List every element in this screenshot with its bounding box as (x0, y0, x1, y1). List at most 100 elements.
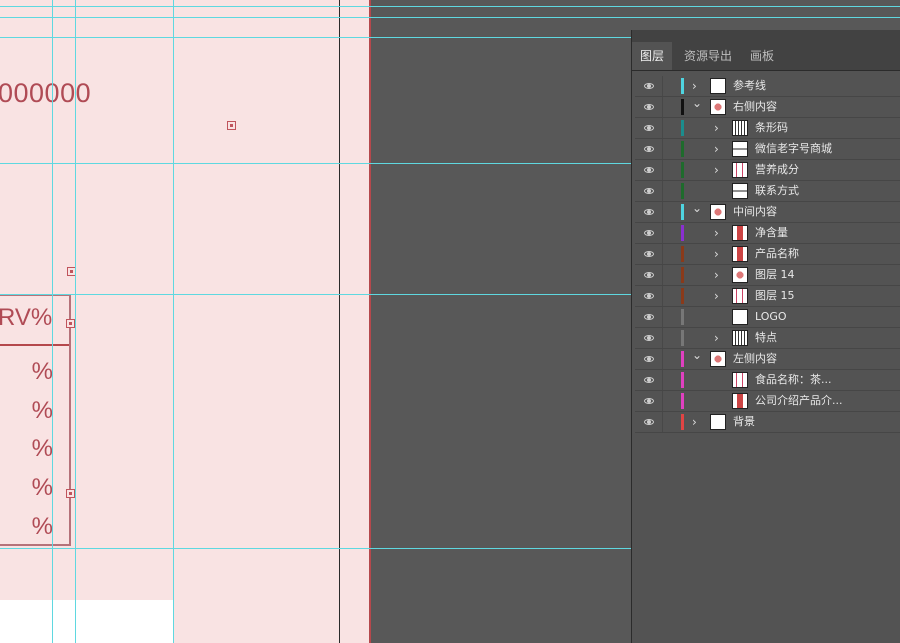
layer-name-label[interactable]: 微信老字号商城 (755, 139, 832, 159)
eye-visibility-icon[interactable] (644, 314, 654, 320)
layer-thumbnail (732, 288, 748, 304)
tab-asset-export[interactable]: 资源导出 (676, 42, 740, 70)
layer-thumbnail (710, 78, 726, 94)
chevron-right-icon[interactable]: › (714, 245, 719, 263)
eye-visibility-icon[interactable] (644, 125, 654, 131)
layer-row[interactable]: 食品名称：茶... (635, 370, 900, 391)
layer-name-label[interactable]: 联系方式 (755, 181, 799, 201)
tab-artboards[interactable]: 画板 (742, 42, 782, 70)
row-separator (662, 139, 663, 159)
layer-row[interactable]: 公司介绍产品介... (635, 391, 900, 412)
chevron-right-icon[interactable]: › (714, 287, 719, 305)
layer-row[interactable]: › 条形码 (635, 118, 900, 139)
layer-row[interactable]: › 背景 (635, 412, 900, 433)
row-separator (662, 202, 663, 222)
chevron-right-icon[interactable]: › (692, 413, 697, 431)
chevron-right-icon[interactable]: › (692, 77, 697, 95)
layer-name-label[interactable]: 参考线 (733, 76, 766, 96)
layer-color-tag (681, 246, 684, 262)
layer-row[interactable]: › 净含量 (635, 223, 900, 244)
layer-name-label[interactable]: 净含量 (755, 223, 788, 243)
layer-thumbnail (732, 183, 748, 199)
eye-visibility-icon[interactable] (644, 83, 654, 89)
guide-vertical[interactable] (173, 0, 174, 643)
chevron-right-icon[interactable]: › (714, 119, 719, 137)
eye-visibility-icon[interactable] (644, 293, 654, 299)
eye-visibility-icon[interactable] (644, 209, 654, 215)
layer-name-label[interactable]: LOGO (755, 307, 787, 327)
layer-row[interactable]: › 产品名称 (635, 244, 900, 265)
layer-name-label[interactable]: 特点 (755, 328, 777, 348)
eye-visibility-icon[interactable] (644, 272, 654, 278)
layer-color-tag (681, 141, 684, 157)
layer-name-label[interactable]: 公司介绍产品介... (755, 391, 843, 411)
chevron-right-icon[interactable]: › (714, 224, 719, 242)
anchor-point-handle[interactable] (66, 319, 75, 328)
nrv-table[interactable]: RV% % % % % % (0, 294, 71, 546)
layer-row[interactable]: › 图层 15 (635, 286, 900, 307)
layer-name-label[interactable]: 右侧内容 (733, 97, 777, 117)
layer-name-label[interactable]: 食品名称：茶... (755, 370, 832, 390)
layer-name-label[interactable]: 营养成分 (755, 160, 799, 180)
percent-cell: % (31, 397, 53, 424)
layer-name-label[interactable]: 产品名称 (755, 244, 799, 264)
eye-visibility-icon[interactable] (644, 167, 654, 173)
chevron-right-icon[interactable]: › (714, 140, 719, 158)
guide-horizontal[interactable] (0, 17, 900, 18)
layer-row[interactable]: LOGO (635, 307, 900, 328)
eye-visibility-icon[interactable] (644, 251, 654, 257)
eye-visibility-icon[interactable] (644, 377, 654, 383)
layer-name-label[interactable]: 左侧内容 (733, 349, 777, 369)
chevron-right-icon[interactable]: › (714, 266, 719, 284)
eye-visibility-icon[interactable] (644, 419, 654, 425)
layer-name-label[interactable]: 背景 (733, 412, 755, 432)
eye-visibility-icon[interactable] (644, 104, 654, 110)
chevron-down-icon[interactable]: ⌄ (692, 346, 702, 364)
layer-name-label[interactable]: 中间内容 (733, 202, 777, 222)
eye-visibility-icon[interactable] (644, 356, 654, 362)
layer-row[interactable]: ⌄ 中间内容 (635, 199, 900, 223)
anchor-point-handle[interactable] (66, 489, 75, 498)
guide-vertical[interactable] (52, 0, 53, 643)
row-separator (662, 244, 663, 264)
panel-tab-bar: 图层 资源导出 画板 (632, 42, 900, 71)
eye-visibility-icon[interactable] (644, 188, 654, 194)
layer-row[interactable]: › 图层 14 (635, 265, 900, 286)
layer-row[interactable]: 联系方式 (635, 181, 900, 202)
layer-color-tag (681, 330, 684, 346)
layer-thumbnail (732, 330, 748, 346)
row-separator (662, 370, 663, 390)
eye-visibility-icon[interactable] (644, 146, 654, 152)
guide-vertical-dark[interactable] (339, 0, 340, 643)
layer-row[interactable]: › 特点 (635, 328, 900, 349)
panel-grip-bar[interactable] (632, 30, 900, 42)
row-separator (662, 328, 663, 348)
layer-row[interactable]: ⌄ 左侧内容 (635, 346, 900, 370)
chevron-right-icon[interactable]: › (714, 329, 719, 347)
layer-color-tag (681, 183, 684, 199)
anchor-point-handle[interactable] (227, 121, 236, 130)
guide-horizontal[interactable] (0, 6, 900, 7)
layer-row[interactable]: ⌄ 右侧内容 (635, 94, 900, 118)
layer-name-label[interactable]: 条形码 (755, 118, 788, 138)
chevron-right-icon[interactable]: › (714, 161, 719, 179)
layer-row[interactable]: › 微信老字号商城 (635, 139, 900, 160)
eye-visibility-icon[interactable] (644, 230, 654, 236)
eye-visibility-icon[interactable] (644, 398, 654, 404)
chevron-down-icon[interactable]: ⌄ (692, 199, 702, 217)
layer-row[interactable]: › 营养成分 (635, 160, 900, 181)
layer-thumbnail (710, 99, 726, 115)
chevron-down-icon[interactable]: ⌄ (692, 94, 702, 112)
eye-visibility-icon[interactable] (644, 335, 654, 341)
layer-color-tag (681, 120, 684, 136)
guide-vertical[interactable] (75, 0, 76, 643)
big-number-text[interactable]: 000000 (0, 78, 91, 109)
layer-name-label[interactable]: 图层 14 (755, 265, 795, 285)
row-separator (662, 286, 663, 306)
layer-color-tag (681, 99, 684, 115)
percent-cell: % (31, 474, 53, 501)
layer-thumbnail (732, 246, 748, 262)
layer-row[interactable]: › 参考线 (635, 76, 900, 97)
layer-name-label[interactable]: 图层 15 (755, 286, 795, 306)
tab-layers[interactable]: 图层 (632, 42, 673, 70)
